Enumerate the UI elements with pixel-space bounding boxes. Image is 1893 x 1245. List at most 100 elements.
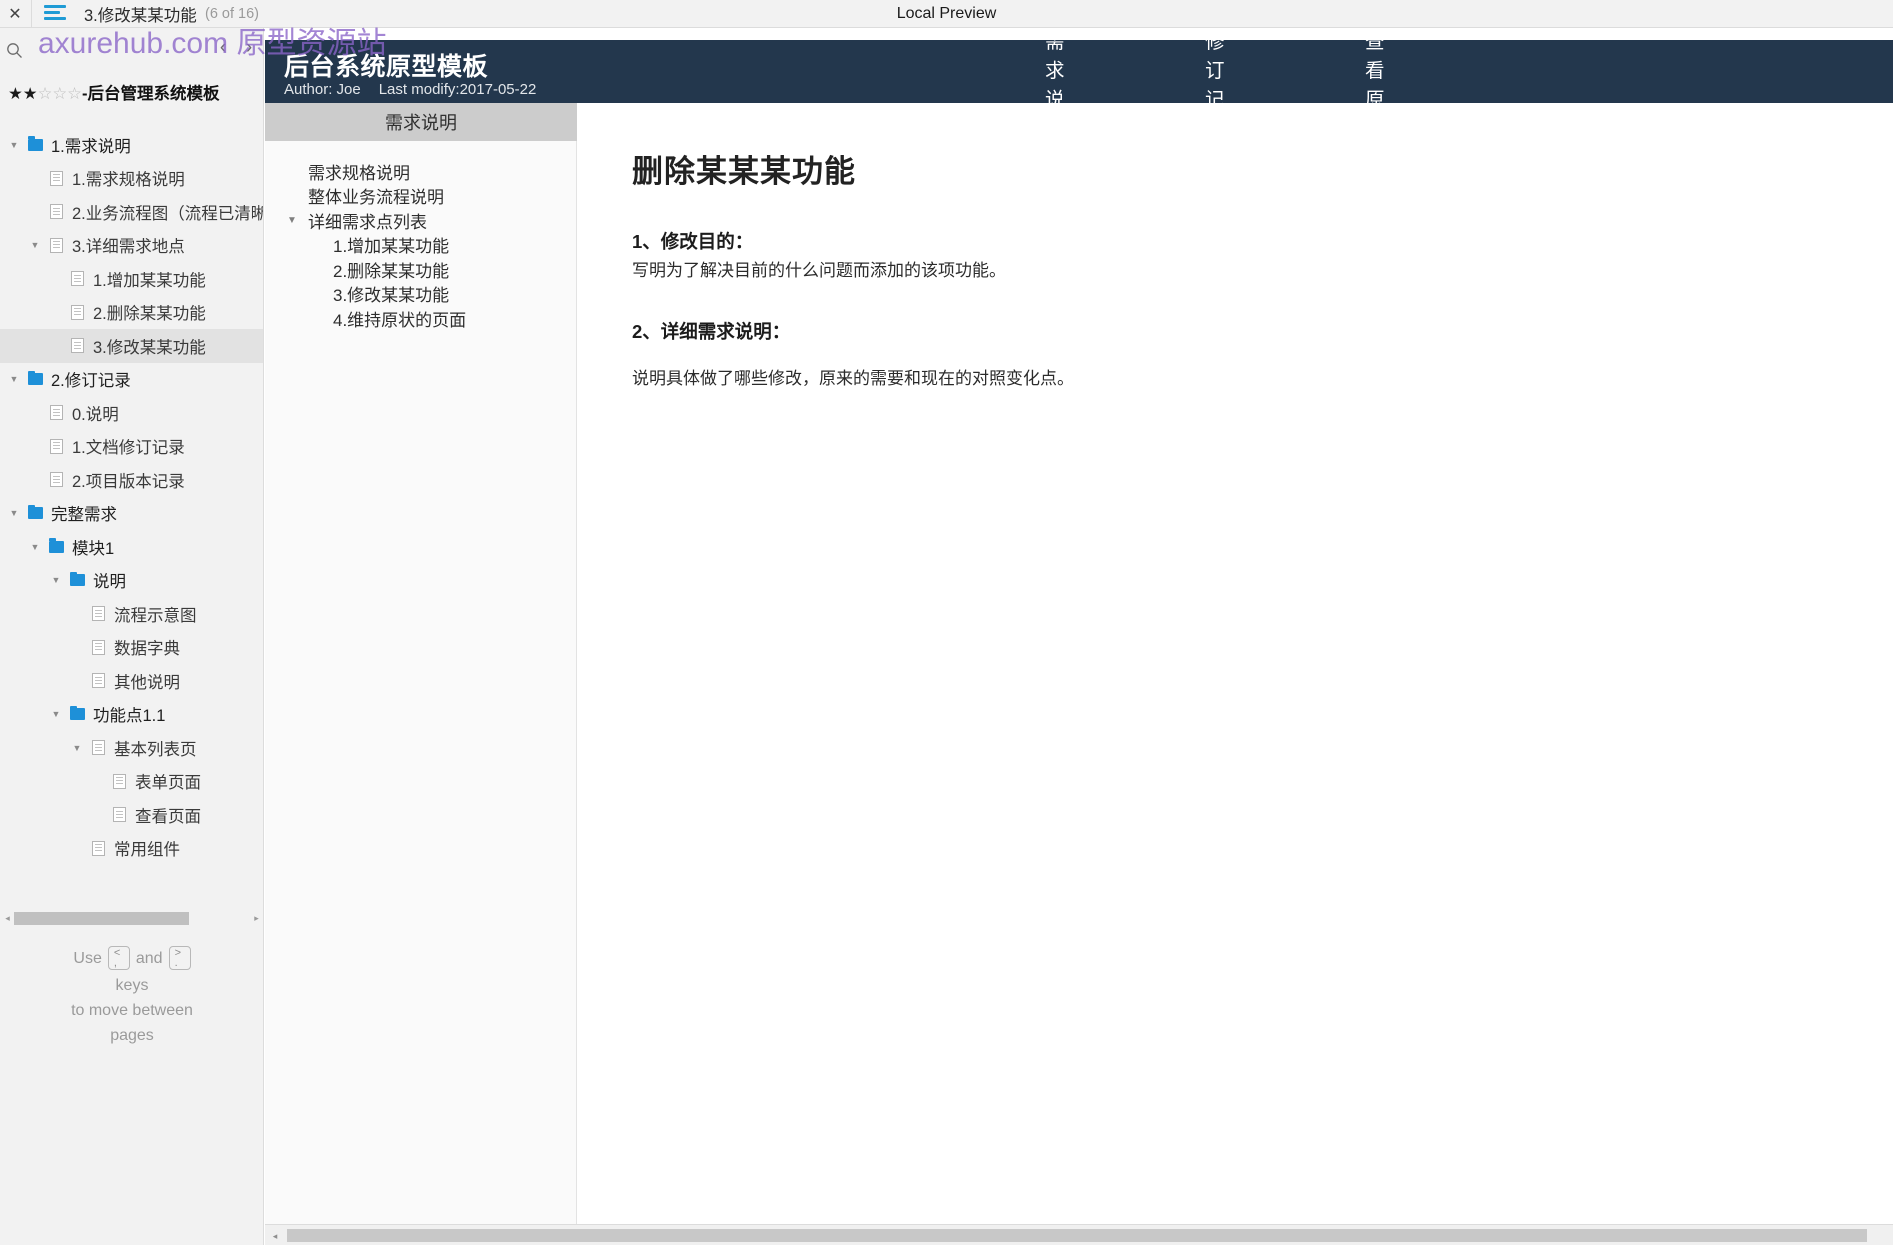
sitemap-tree-item-label: 2.删除某某功能: [93, 305, 206, 324]
page-icon: [66, 329, 88, 363]
sitemap-tree-item[interactable]: ▼1.增加某某功能: [0, 262, 263, 296]
section-1-body: 写明为了解决目前的什么问题而添加的该项功能。: [632, 261, 1006, 280]
scrollbar-thumb[interactable]: [14, 912, 189, 925]
chevron-down-icon[interactable]: ▼: [4, 497, 24, 531]
search-icon[interactable]: [2, 38, 26, 62]
chevron-down-icon[interactable]: ▼: [46, 698, 66, 732]
hint-line-3: pages: [110, 1027, 154, 1044]
page-icon: [87, 631, 109, 665]
chevron-down-icon[interactable]: ▼: [25, 530, 45, 564]
sitemap-tree-item[interactable]: ▼数据字典: [0, 631, 263, 665]
sitemap-tree-item[interactable]: ▼2.删除某某功能: [0, 296, 263, 330]
toc-item[interactable]: 2.删除某某功能: [265, 257, 577, 282]
sitemap-tree-item[interactable]: ▼2.项目版本记录: [0, 463, 263, 497]
sitemap-tree-item[interactable]: ▼常用组件: [0, 832, 263, 866]
sitemap-tree-item[interactable]: ▼流程示意图: [0, 597, 263, 631]
sitemap-tree-item-label: 功能点1.1: [93, 707, 166, 726]
chevron-down-icon[interactable]: ▼: [25, 229, 45, 263]
folder-icon: [24, 128, 46, 162]
toc-item[interactable]: 整体业务流程说明: [265, 184, 577, 209]
scroll-left-icon[interactable]: ◂: [269, 1230, 281, 1242]
sitemap-tree-item-label: 1.需求说明: [51, 137, 131, 156]
toc-item[interactable]: ▼ 详细需求点列表: [265, 208, 577, 233]
sitemap-tree-item[interactable]: ▼ 基本列表页: [0, 731, 263, 765]
sitemap-tree-item[interactable]: ▼ 说明: [0, 564, 263, 598]
folder-glyph: [69, 571, 85, 587]
axure-preview-window: Local Preview ✕ 3.修改某某功能 (6 of 16) ‹ › ★…: [0, 0, 1893, 1245]
sitemap-tree-item[interactable]: ▼1.需求规格说明: [0, 162, 263, 196]
chevron-down-icon[interactable]: ▼: [4, 363, 24, 397]
sitemap-tree-item-label: 3.修改某某功能: [93, 338, 206, 357]
page-icon: [45, 430, 67, 464]
close-icon[interactable]: ✕: [0, 0, 30, 27]
toc-item-label: 需求规格说明: [308, 163, 410, 183]
preview-horizontal-scrollbar[interactable]: ◂: [265, 1224, 1893, 1245]
folder-icon: [66, 564, 88, 598]
page-glyph: [70, 304, 84, 320]
sitemap-tree-item[interactable]: ▼ 模块1: [0, 530, 263, 564]
page-glyph: [70, 271, 84, 287]
toc-item-label: 1.增加某某功能: [333, 237, 450, 257]
prototype-preview-frame: 后台系统原型模板 Author: Joe Last modify:2017-05-…: [265, 28, 1893, 1245]
keycap-bottom: ,: [113, 957, 117, 969]
page-glyph: [49, 405, 63, 421]
sitemap-tree-item[interactable]: ▼ 2.修订记录: [0, 363, 263, 397]
keyboard-hint: Use < , and > . keys to move between pag…: [0, 943, 263, 1048]
folder-glyph: [27, 136, 43, 151]
sitemap-tree-item[interactable]: ▼2.业务流程图（流程已清晰: [0, 195, 263, 229]
prev-page-button[interactable]: ‹: [212, 36, 234, 60]
prototype-nav-item[interactable]: 1.需求说明: [1045, 31, 1065, 140]
prototype-nav-item[interactable]: 2.修订记录: [1205, 31, 1225, 140]
chevron-down-icon[interactable]: ▼: [287, 208, 297, 233]
sitemap-tree-item[interactable]: ▼ 完整需求: [0, 497, 263, 531]
sitemap-tree-item[interactable]: ▼查看页面: [0, 798, 263, 832]
project-title-text: -后台管理系统模板: [81, 85, 220, 103]
toc-item[interactable]: 需求规格说明: [265, 159, 577, 184]
sitemap-tree-item-label: 常用组件: [114, 841, 180, 860]
toc-heading: 需求说明: [265, 103, 577, 141]
sitemap-tree-item[interactable]: ▼0.说明: [0, 396, 263, 430]
prototype-nav-item[interactable]: 3.查看原型: [1365, 31, 1385, 140]
last-modify-label: Last modify:2017-05-22: [378, 81, 537, 98]
sitemap-tree-item[interactable]: ▼ 功能点1.1: [0, 698, 263, 732]
page-glyph: [112, 807, 126, 823]
folder-glyph: [48, 538, 64, 553]
page-icon: [108, 765, 130, 799]
sitemap-tree-item[interactable]: ▼ 1.需求说明: [0, 128, 263, 162]
toc-item[interactable]: 4.维持原状的页面: [265, 306, 577, 331]
page-icon: [66, 296, 88, 330]
page-icon: [87, 664, 109, 698]
sitemap-toggle-icon[interactable]: [44, 5, 66, 23]
sitemap-tree-item[interactable]: ▼表单页面: [0, 765, 263, 799]
page-glyph: [91, 606, 105, 622]
sitemap-horizontal-scrollbar[interactable]: ◂ ▸: [0, 908, 263, 930]
toc-item[interactable]: 1.增加某某功能: [265, 233, 577, 258]
chevron-down-icon[interactable]: ▼: [46, 564, 66, 598]
hint-line-2: to move between: [71, 1002, 193, 1019]
sitemap-tree-item[interactable]: ▼其他说明: [0, 664, 263, 698]
page-glyph: [91, 639, 105, 655]
scrollbar-thumb[interactable]: [287, 1229, 1867, 1242]
hamburger-line: [44, 11, 60, 14]
chevron-down-icon[interactable]: ▼: [4, 128, 24, 162]
key-prev-icon: < ,: [107, 946, 130, 970]
toc-item[interactable]: 3.修改某某功能: [265, 282, 577, 307]
toc-item-label: 4.维持原状的页面: [333, 310, 467, 330]
document-content: 删除某某某功能 1、修改目的： 写明为了解决目前的什么问题而添加的该项功能。 2…: [578, 103, 1893, 1245]
sitemap-tree-item[interactable]: ▼ 3.详细需求地点: [0, 229, 263, 263]
sitemap-tree-item[interactable]: ▼1.文档修订记录: [0, 430, 263, 464]
chevron-down-icon[interactable]: ▼: [67, 731, 87, 765]
project-title: ★★☆☆☆-后台管理系统模板: [8, 80, 219, 104]
rating-stars-empty: ☆☆☆: [37, 85, 82, 103]
sitemap-tree-item-label: 完整需求: [51, 506, 117, 525]
section-2-heading: 2、详细需求说明：: [632, 321, 791, 342]
prototype-title: 后台系统原型模板: [284, 53, 489, 81]
folder-glyph: [69, 705, 85, 721]
scroll-left-icon[interactable]: ◂: [1, 912, 14, 925]
toc-panel: 需求说明 需求规格说明 整体业务流程说明 ▼ 详细需求点列表 1.增加某某功能 2.删除某…: [265, 103, 577, 1245]
page-glyph: [112, 773, 126, 789]
page-icon: [66, 262, 88, 296]
sitemap-tree-item[interactable]: ▼3.修改某某功能: [0, 329, 263, 363]
next-page-button[interactable]: ›: [238, 36, 260, 60]
scroll-right-icon[interactable]: ▸: [250, 912, 263, 925]
